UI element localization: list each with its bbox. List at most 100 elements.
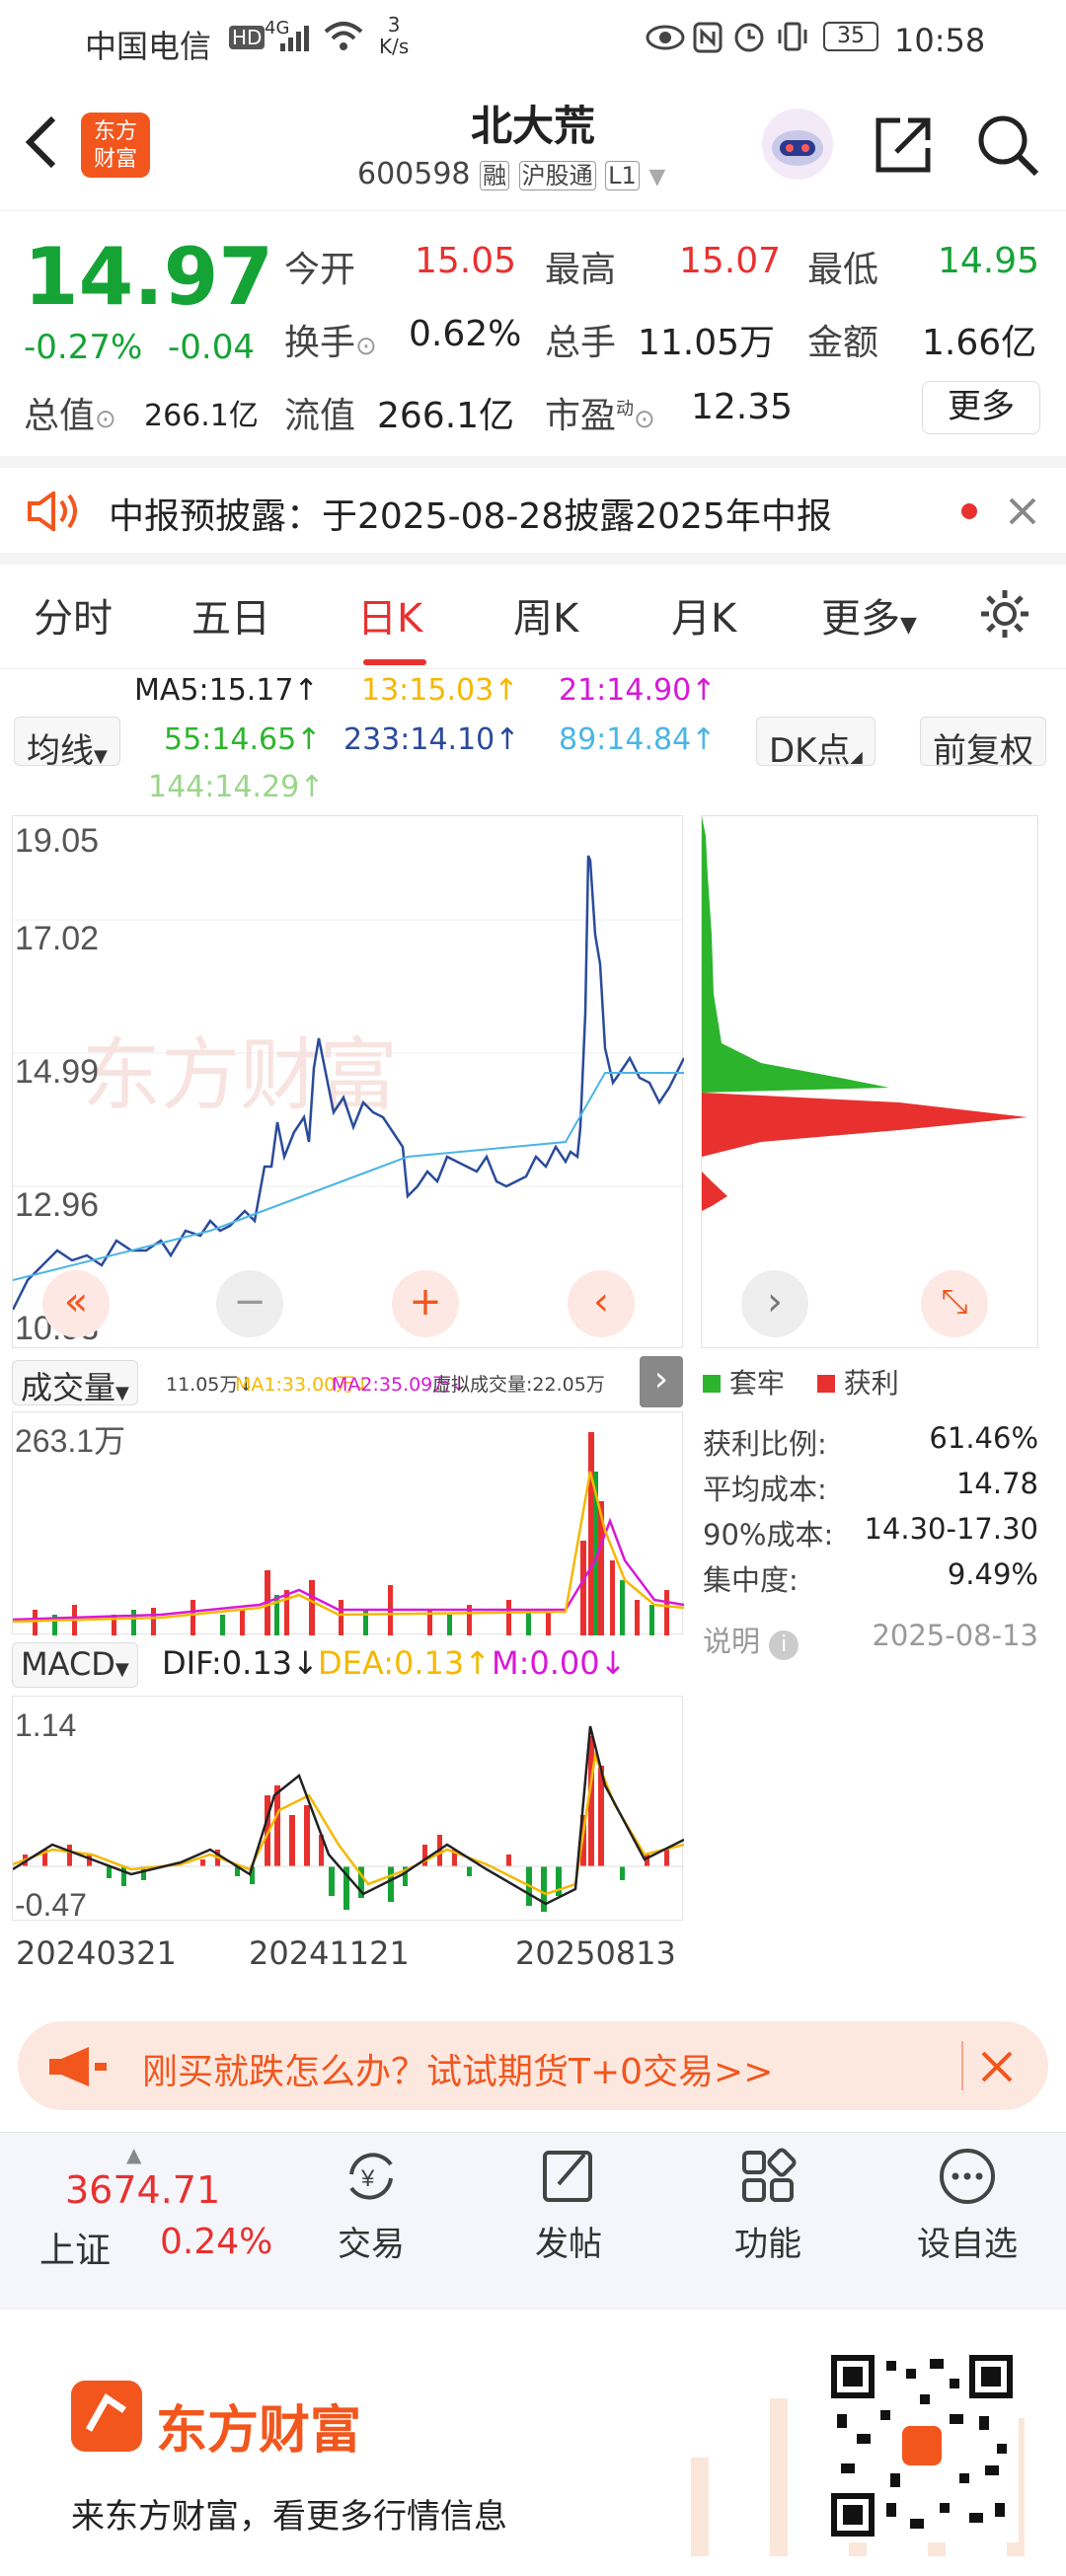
avg-cost-value: 14.78: [955, 1467, 1038, 1500]
ma55-value: 55:14.65↑: [164, 722, 322, 757]
margin-tag: 融: [480, 161, 510, 190]
ma-selector-label: 均线: [27, 731, 94, 771]
ma89-value: 89:14.84↑: [559, 722, 717, 757]
watermark: 东方财富: [82, 1031, 398, 1119]
expand-icon[interactable]: ⤡: [921, 1270, 988, 1337]
net-speed: 3 K/s: [379, 14, 409, 57]
stock-code-row[interactable]: 600598 融 沪股通 L1 ▼: [357, 156, 665, 191]
app-logo-line2: 财富: [93, 147, 137, 172]
info-icon[interactable]: ⊙: [634, 405, 655, 434]
promo-text: 刚买就跌怎么办？试试期货T+0交易>>: [142, 2052, 774, 2092]
tab-intraday[interactable]: 分时: [34, 586, 113, 644]
info-icon[interactable]: ⊙: [95, 405, 116, 434]
y-tick: 14.99: [15, 1053, 99, 1091]
index-change[interactable]: 0.24%: [160, 2222, 272, 2262]
chevron-right-icon[interactable]: ›: [741, 1270, 808, 1337]
concentration-value: 9.49%: [947, 1557, 1038, 1591]
tab-daily-k[interactable]: 日K: [357, 586, 422, 644]
search-icon[interactable]: [975, 113, 1040, 178]
battery-icon: 35: [823, 22, 878, 51]
tab-weekly-k[interactable]: 周K: [513, 586, 578, 644]
settings-gear-icon[interactable]: [977, 586, 1032, 642]
tab-five-day[interactable]: 五日: [191, 586, 270, 644]
brand-slogan: 来东方财富，看更多行情信息: [71, 2497, 507, 2537]
collapse-panel-button[interactable]: ›: [640, 1356, 683, 1407]
macd-chart[interactable]: 1.14 -0.47: [12, 1696, 684, 1922]
tab-more[interactable]: 更多▼: [821, 586, 917, 644]
volume-svg: 263.1万: [13, 1423, 684, 1635]
net-speed-value: 3: [387, 13, 401, 37]
add-watchlist-label: 设自选: [917, 2225, 1018, 2264]
app-logo-line1: 东方: [93, 119, 137, 144]
zoom-in-button[interactable]: +: [392, 1270, 459, 1337]
avg-cost-label: 平均成本:: [703, 1473, 827, 1506]
post-button[interactable]: 发帖: [490, 2145, 647, 2265]
profit-chips: [702, 1093, 1028, 1157]
profit-ratio-label: 获利比例:: [703, 1427, 827, 1461]
macd-bars-positive: [23, 1736, 669, 1866]
turnover-label: 换手⊙: [284, 314, 377, 365]
adjust-selector[interactable]: 前复权: [920, 717, 1046, 771]
change-percent: -0.27%: [24, 328, 143, 367]
scroll-left-button[interactable]: ‹: [568, 1270, 635, 1337]
functions-label: 功能: [734, 2225, 801, 2264]
period-tabs: 分时 五日 日K 周K 月K 更多▼: [0, 565, 1066, 669]
change-amount: -0.04: [168, 328, 255, 367]
app-logo[interactable]: 东方 财富: [81, 113, 150, 178]
index-name[interactable]: 上证: [39, 2222, 111, 2273]
svg-text:¥: ¥: [360, 2165, 375, 2192]
ma13-value: 13:15.03↑: [361, 673, 519, 708]
carrier: 中国电信: [85, 28, 212, 65]
info-icon[interactable]: ⊙: [355, 332, 377, 361]
y-tick: 17.02: [15, 920, 99, 957]
back-arrow-icon[interactable]: [22, 113, 61, 172]
tab-monthly-k[interactable]: 月K: [671, 586, 736, 644]
pe-superscript: 动: [616, 399, 635, 419]
macd-svg: 1.14 -0.47: [13, 1707, 684, 1922]
trapped-chips: [702, 816, 889, 1093]
index-value[interactable]: 3674.71: [65, 2168, 220, 2212]
amount-label: 金额: [807, 323, 879, 363]
brand-logo-icon: [71, 2381, 142, 2452]
promo-banner[interactable]: 刚买就跌怎么办？试试期货T+0交易>>: [18, 2021, 1048, 2110]
functions-button[interactable]: 功能: [689, 2145, 847, 2265]
macd-selector[interactable]: MACD▼: [12, 1642, 138, 1688]
dk-point-selector[interactable]: DK点◢: [756, 717, 876, 771]
close-icon[interactable]: [979, 2049, 1015, 2084]
ma144-value: 144:14.29↑: [148, 770, 325, 804]
kline-chart[interactable]: 东方财富 19.05 17.02 14.99 12.96 10.93 « − +…: [12, 815, 684, 1348]
volume-selector[interactable]: 成交量▼: [12, 1360, 138, 1406]
amount-value: 1.66亿: [922, 323, 1037, 363]
chip-distribution-chart[interactable]: › ⤡: [701, 815, 1038, 1348]
hd-badge: HD: [229, 26, 266, 49]
qr-code: [825, 2349, 1019, 2542]
cost-90-label: 90%成本:: [703, 1518, 834, 1552]
explain-label: 说明: [703, 1625, 761, 1658]
profit-legend-swatch: [816, 1375, 835, 1393]
close-icon[interactable]: [1007, 495, 1038, 527]
status-bar: 中国电信 HD 4G 3 K/s 35 10:58: [0, 0, 1066, 83]
volume-value: 11.05万: [638, 323, 776, 363]
volume-max-label: 263.1万: [15, 1423, 125, 1459]
share-icon[interactable]: [873, 114, 934, 176]
trade-button[interactable]: ¥ 交易: [292, 2145, 450, 2265]
explain-link[interactable]: 说明 i: [703, 1619, 800, 1660]
robot-assistant-icon[interactable]: [758, 105, 837, 184]
notice-bar[interactable]: 中报预披露：于2025-08-28披露2025年中报: [0, 456, 1066, 565]
volume-chart[interactable]: 263.1万: [12, 1411, 684, 1635]
concentration-label: 集中度:: [703, 1563, 799, 1597]
scroll-left-fast-button[interactable]: «: [42, 1270, 110, 1337]
ma-selector[interactable]: 均线▼: [14, 717, 120, 771]
open-value: 15.05: [415, 241, 517, 281]
pe-label: 市盈动⊙: [545, 387, 655, 438]
x-date-end: 20250813: [515, 1934, 676, 1972]
edit-icon: [543, 2151, 592, 2202]
zoom-out-button[interactable]: −: [216, 1270, 283, 1337]
volume-bars-up: [33, 1432, 669, 1635]
high-value: 15.07: [679, 241, 782, 281]
add-watchlist-button[interactable]: 设自选: [888, 2145, 1046, 2265]
x-date-start: 20240321: [16, 1934, 177, 1972]
pe-value: 12.35: [691, 387, 794, 427]
more-button[interactable]: 更多: [922, 381, 1040, 434]
speaker-icon: [28, 492, 77, 531]
